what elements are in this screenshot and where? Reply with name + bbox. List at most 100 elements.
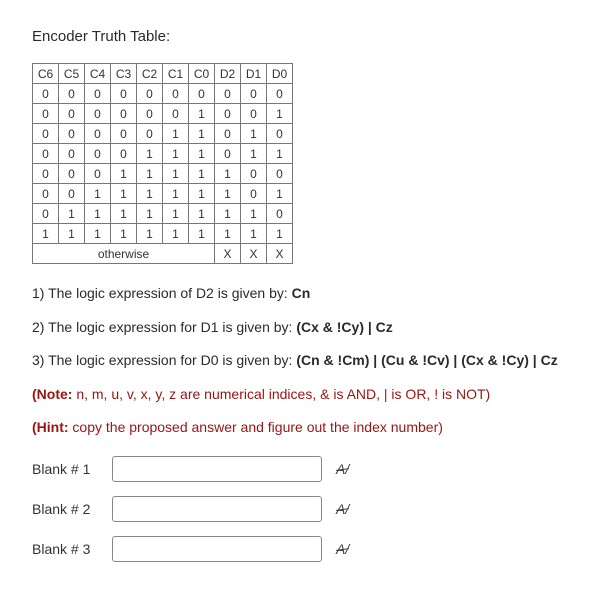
hint-text: copy the proposed answer and figure out … bbox=[69, 419, 443, 435]
table-cell: 1 bbox=[215, 224, 241, 244]
question-2: 2) The logic expression for D1 is given … bbox=[32, 318, 569, 338]
table-cell: 1 bbox=[111, 204, 137, 224]
table-cell: 0 bbox=[85, 144, 111, 164]
table-cell: 1 bbox=[267, 104, 293, 124]
blank-row: Blank # 2 A/ bbox=[32, 496, 569, 522]
table-cell: 0 bbox=[33, 84, 59, 104]
table-row: 1111111111 bbox=[33, 224, 293, 244]
table-cell: 1 bbox=[189, 164, 215, 184]
q3-bold: (Cn & !Cm) | (Cu & !Cv) | (Cx & !Cy) | C… bbox=[296, 352, 557, 368]
q1-bold: Cn bbox=[292, 285, 311, 301]
table-cell: 0 bbox=[215, 104, 241, 124]
table-row: 0001111100 bbox=[33, 164, 293, 184]
blanks-section: Blank # 1A/Blank # 2A/Blank # 3A/ bbox=[32, 456, 569, 562]
table-cell: 0 bbox=[137, 124, 163, 144]
q2-bold: (Cx & !Cy) | Cz bbox=[296, 319, 392, 335]
spellcheck-icon[interactable]: A/ bbox=[336, 461, 349, 477]
table-header-cell: D1 bbox=[241, 64, 267, 84]
blank-input-2[interactable] bbox=[112, 496, 322, 522]
table-cell: 1 bbox=[189, 224, 215, 244]
blank-label: Blank # 3 bbox=[32, 541, 112, 557]
table-cell: 1 bbox=[163, 184, 189, 204]
blank-input-1[interactable] bbox=[112, 456, 322, 482]
spellcheck-icon[interactable]: A/ bbox=[336, 501, 349, 517]
table-header-cell: C4 bbox=[85, 64, 111, 84]
table-cell: 0 bbox=[215, 144, 241, 164]
table-cell: 1 bbox=[241, 124, 267, 144]
table-cell: 0 bbox=[85, 104, 111, 124]
note-label: (Note: bbox=[32, 386, 72, 402]
table-cell: 1 bbox=[85, 184, 111, 204]
table-cell: 0 bbox=[85, 124, 111, 144]
table-row: 0111111110 bbox=[33, 204, 293, 224]
table-cell: 1 bbox=[85, 204, 111, 224]
table-cell: 1 bbox=[163, 224, 189, 244]
blank-input-3[interactable] bbox=[112, 536, 322, 562]
table-header-cell: C5 bbox=[59, 64, 85, 84]
note-line: (Note: n, m, u, v, x, y, z are numerical… bbox=[32, 385, 569, 405]
table-cell: 0 bbox=[33, 104, 59, 124]
table-cell: 1 bbox=[137, 184, 163, 204]
table-cell: 1 bbox=[215, 204, 241, 224]
table-cell: 1 bbox=[215, 164, 241, 184]
table-cell: 0 bbox=[59, 104, 85, 124]
table-row: 0000000000 bbox=[33, 84, 293, 104]
table-header-cell: C6 bbox=[33, 64, 59, 84]
table-cell: 0 bbox=[267, 124, 293, 144]
table-cell: 1 bbox=[137, 164, 163, 184]
table-cell: X bbox=[241, 244, 267, 264]
table-header-cell: D2 bbox=[215, 64, 241, 84]
table-cell: 1 bbox=[189, 184, 215, 204]
hint-line: (Hint: copy the proposed answer and figu… bbox=[32, 418, 569, 438]
table-cell: X bbox=[215, 244, 241, 264]
table-cell: 0 bbox=[33, 124, 59, 144]
table-cell: 1 bbox=[59, 204, 85, 224]
question-1: 1) The logic expression of D2 is given b… bbox=[32, 284, 569, 304]
blank-label: Blank # 2 bbox=[32, 501, 112, 517]
table-cell: 1 bbox=[215, 184, 241, 204]
q3-text: 3) The logic expression for D0 is given … bbox=[32, 352, 296, 368]
table-row: 0000011010 bbox=[33, 124, 293, 144]
table-cell: 0 bbox=[33, 144, 59, 164]
question-3: 3) The logic expression for D0 is given … bbox=[32, 351, 569, 371]
table-cell: 0 bbox=[59, 124, 85, 144]
table-cell: 0 bbox=[163, 84, 189, 104]
table-cell: 0 bbox=[111, 104, 137, 124]
table-header-cell: C2 bbox=[137, 64, 163, 84]
table-cell: 0 bbox=[215, 124, 241, 144]
table-cell: 0 bbox=[241, 84, 267, 104]
table-cell: 1 bbox=[111, 224, 137, 244]
table-cell: 1 bbox=[189, 124, 215, 144]
table-cell: 1 bbox=[163, 204, 189, 224]
table-cell: 0 bbox=[111, 124, 137, 144]
table-cell: 1 bbox=[189, 204, 215, 224]
table-header-cell: C1 bbox=[163, 64, 189, 84]
hint-label: (Hint: bbox=[32, 419, 69, 435]
table-cell: 0 bbox=[267, 84, 293, 104]
table-cell: 1 bbox=[189, 144, 215, 164]
table-cell: 0 bbox=[59, 144, 85, 164]
q1-text: 1) The logic expression of D2 is given b… bbox=[32, 285, 292, 301]
table-cell: 0 bbox=[241, 164, 267, 184]
table-cell: 1 bbox=[163, 144, 189, 164]
table-row: 0011111101 bbox=[33, 184, 293, 204]
table-cell: 0 bbox=[163, 104, 189, 124]
table-cell: 1 bbox=[163, 164, 189, 184]
table-cell: 0 bbox=[59, 164, 85, 184]
table-header-cell: C3 bbox=[111, 64, 137, 84]
table-cell: 1 bbox=[59, 224, 85, 244]
table-cell: 0 bbox=[267, 204, 293, 224]
table-header-cell: D0 bbox=[267, 64, 293, 84]
table-cell: 0 bbox=[59, 184, 85, 204]
table-cell: 1 bbox=[267, 224, 293, 244]
table-cell: 0 bbox=[33, 204, 59, 224]
table-cell: 0 bbox=[241, 104, 267, 124]
table-cell: 1 bbox=[267, 184, 293, 204]
spellcheck-icon[interactable]: A/ bbox=[336, 541, 349, 557]
table-cell: 1 bbox=[137, 224, 163, 244]
otherwise-cell: otherwise bbox=[33, 244, 215, 264]
truth-table: C6C5C4C3C2C1C0D2D1D0 0000000000000000100… bbox=[32, 63, 293, 264]
table-cell: 0 bbox=[85, 84, 111, 104]
table-cell: 0 bbox=[33, 164, 59, 184]
blank-row: Blank # 3 A/ bbox=[32, 536, 569, 562]
